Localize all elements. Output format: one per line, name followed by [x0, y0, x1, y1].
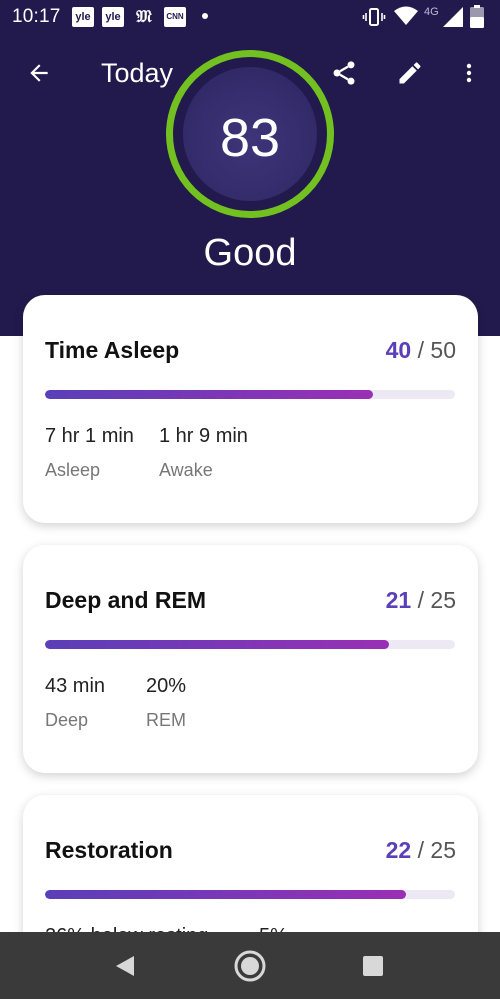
card-score-value: 40: [385, 337, 412, 363]
status-bar: 10:17 yle yle 𝔐 CNN 4G: [0, 0, 500, 34]
stat-deep: 43 min Deep: [45, 675, 105, 731]
stat-label: REM: [146, 710, 186, 730]
card-score-max: / 25: [417, 587, 456, 613]
card-title: Deep and REM: [45, 587, 207, 613]
vibrate-icon: [362, 8, 386, 26]
stat-value: 20%: [146, 675, 187, 697]
nav-recents-square-icon: [363, 956, 383, 976]
card-score-max: / 50: [417, 337, 456, 363]
stat-rem: 20% REM: [146, 675, 186, 731]
status-time: 10:17: [12, 6, 61, 27]
progress-bar: [45, 890, 455, 899]
card-title: Time Asleep: [45, 337, 180, 363]
more-notifications-dot-icon: [202, 13, 208, 19]
sleep-score-rating: Good: [203, 232, 297, 274]
sleep-score-value: 83: [219, 108, 281, 168]
signal-icon: [443, 7, 463, 27]
notification-cnn-icon: CNN: [164, 7, 186, 27]
network-type-label: 4G: [424, 6, 439, 18]
stat-asleep: 7 hr 1 min Asleep: [45, 425, 134, 481]
card-score: 22 / 25: [386, 837, 456, 864]
edit-button[interactable]: [390, 53, 430, 93]
progress-bar-fill: [45, 640, 390, 649]
share-icon: [333, 61, 355, 85]
notification-yle-icon: yle: [102, 7, 124, 27]
more-vertical-icon: [466, 63, 472, 83]
progress-bar: [45, 640, 455, 649]
stat-value: 7 hr 1 min: [45, 425, 134, 447]
card-title: Restoration: [45, 837, 173, 863]
card-score-value: 21: [385, 587, 412, 613]
share-button[interactable]: [324, 53, 364, 93]
system-navigation-bar: [0, 932, 500, 999]
deep-and-rem-card[interactable]: Deep and REM 21 / 25 43 min Deep 20% REM: [23, 545, 478, 773]
notification-newspaper-icon: 𝔐: [136, 7, 152, 27]
stat-label: Awake: [159, 460, 213, 480]
more-options-button[interactable]: [449, 53, 489, 93]
progress-bar-fill: [45, 890, 406, 899]
battery-icon: [470, 5, 484, 28]
stat-awake: 1 hr 9 min Awake: [159, 425, 248, 481]
nav-back-triangle-icon: [116, 956, 134, 976]
wifi-icon: [394, 6, 418, 25]
stat-value: 43 min: [45, 675, 106, 697]
back-arrow-icon: [30, 64, 48, 82]
stat-label: Deep: [45, 710, 89, 730]
stat-value: 1 hr 9 min: [159, 425, 248, 447]
nav-home-circle-icon: [234, 950, 266, 982]
nav-home-button[interactable]: [232, 948, 268, 984]
stat-label: Asleep: [45, 460, 101, 480]
notification-yle-icon: yle: [72, 7, 94, 27]
progress-bar: [45, 390, 455, 399]
nav-back-button[interactable]: [107, 948, 143, 984]
card-score-max: / 25: [417, 837, 456, 863]
card-score: 21 / 25: [386, 587, 456, 614]
card-score-value: 22: [385, 837, 412, 863]
time-asleep-card[interactable]: Time Asleep 40 / 50 7 hr 1 min Asleep 1 …: [23, 295, 478, 523]
back-button[interactable]: [19, 53, 59, 93]
progress-bar-fill: [45, 390, 373, 399]
nav-recents-button[interactable]: [355, 948, 391, 984]
page-title: Today: [101, 58, 174, 88]
edit-pencil-icon: [399, 62, 421, 84]
card-score: 40 / 50: [386, 337, 456, 364]
